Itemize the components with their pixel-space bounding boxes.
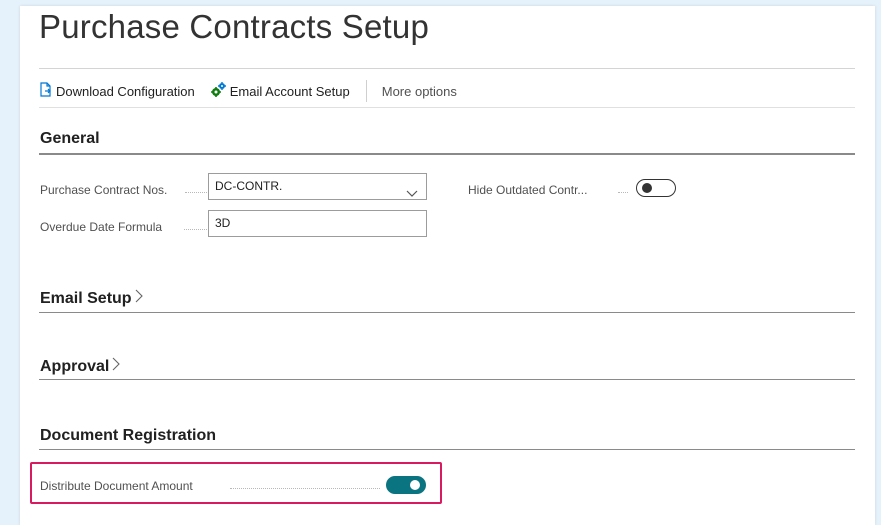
overdue-date-formula-input[interactable]: 3D [208, 210, 427, 237]
section-email-setup-title: Email Setup [40, 289, 132, 307]
hide-outdated-contracts-toggle[interactable] [636, 179, 676, 197]
section-email-setup-header[interactable]: Email Setup [40, 289, 143, 308]
section-approval-divider [39, 379, 855, 380]
section-approval-title: Approval [40, 357, 110, 375]
purchase-contract-nos-label: Purchase Contract Nos. [40, 183, 168, 197]
leader-dots [185, 192, 207, 193]
section-general-header[interactable]: General [40, 130, 100, 148]
download-configuration-label: Download Configuration [56, 83, 195, 99]
email-account-setup-button[interactable]: Email Account Setup [210, 82, 350, 100]
overdue-date-formula-value: 3D [215, 216, 231, 230]
section-document-registration-header[interactable]: Document Registration [40, 427, 216, 445]
gear-cluster-icon [210, 82, 230, 100]
action-bar: Download Configuration Email Account Set… [39, 80, 457, 102]
actionbar-divider [39, 107, 855, 108]
leader-dots [184, 229, 207, 230]
setup-page: Purchase Contracts Setup Download Config… [20, 6, 875, 525]
leader-dots [618, 192, 628, 193]
section-general-divider [39, 153, 855, 155]
chevron-right-icon [135, 289, 143, 308]
highlight-box [30, 462, 442, 504]
page-title: Purchase Contracts Setup [39, 8, 430, 45]
email-account-setup-label: Email Account Setup [229, 83, 350, 99]
purchase-contract-nos-value: DC-CONTR. [215, 179, 283, 193]
hide-outdated-contracts-label: Hide Outdated Contr... [468, 183, 588, 197]
section-email-setup-divider [39, 312, 855, 313]
title-divider [39, 68, 855, 69]
section-document-registration-title: Document Registration [40, 427, 217, 444]
download-configuration-button[interactable]: Download Configuration [39, 82, 195, 100]
more-options-button[interactable]: More options [382, 84, 457, 99]
chevron-down-icon [406, 182, 418, 207]
purchase-contract-nos-select[interactable]: DC-CONTR. [208, 173, 427, 200]
section-approval-header[interactable]: Approval [40, 357, 121, 376]
toggle-knob [642, 183, 652, 193]
chevron-right-icon [112, 357, 121, 376]
section-document-registration-divider [39, 449, 855, 450]
overdue-date-formula-label: Overdue Date Formula [40, 220, 163, 234]
document-download-icon [39, 82, 56, 100]
section-general-title: General [40, 130, 100, 147]
actionbar-separator [365, 80, 367, 102]
